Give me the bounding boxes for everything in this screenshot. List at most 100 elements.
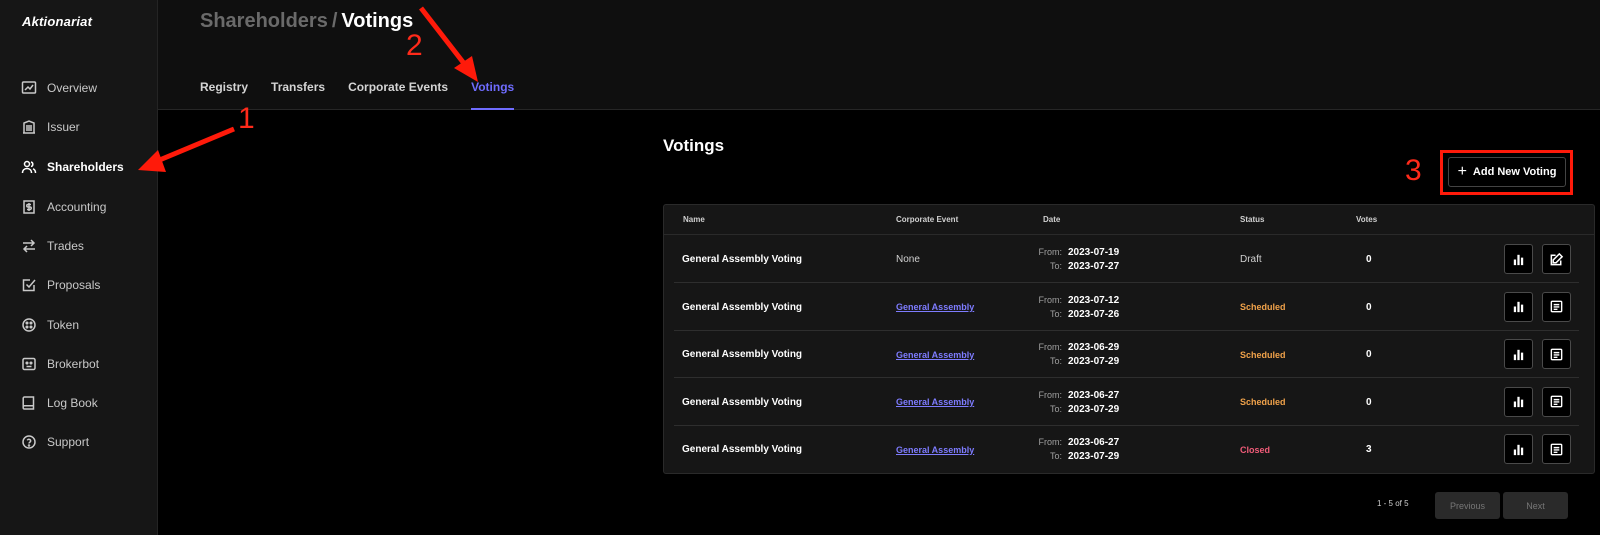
- results-button[interactable]: [1504, 244, 1533, 274]
- tab-corporate-events[interactable]: Corporate Events: [348, 80, 448, 110]
- details-button[interactable]: [1542, 339, 1571, 369]
- table-row[interactable]: General Assembly Voting General Assembly…: [674, 426, 1579, 473]
- votes-count: 3: [1366, 444, 1372, 455]
- sidebar-item-token[interactable]: Token: [20, 314, 79, 336]
- brand-logo[interactable]: Aktionariat: [22, 14, 92, 29]
- breadcrumb-current: Votings: [341, 10, 414, 32]
- sidebar-item-shareholders[interactable]: Shareholders: [20, 156, 124, 178]
- date-range: From: 2023-06-27 To: 2023-07-29: [1026, 426, 1120, 473]
- annotation-step-2: 2: [406, 29, 423, 62]
- table-row[interactable]: General Assembly Voting None From: 2023-0…: [674, 236, 1579, 283]
- tab-votings[interactable]: Votings: [471, 80, 515, 110]
- from-date: 2023-06-29: [1068, 342, 1120, 353]
- book-icon: [20, 394, 38, 412]
- sidebar-item-accounting[interactable]: Accounting: [20, 196, 106, 218]
- from-label: From:: [1038, 437, 1063, 447]
- check-square-icon: [20, 276, 38, 294]
- from-label: From:: [1038, 389, 1063, 400]
- chart-icon: [20, 79, 38, 97]
- votes-count: 0: [1366, 301, 1372, 313]
- token-icon: [20, 316, 38, 334]
- corporate-event-cell: General Assembly: [896, 331, 974, 378]
- results-button[interactable]: [1504, 339, 1533, 369]
- table-header: Name Corporate Event Date Status Votes: [664, 205, 1594, 235]
- results-button[interactable]: [1504, 386, 1533, 417]
- column-header-name[interactable]: Name: [683, 215, 705, 224]
- dollar-doc-icon: [20, 198, 38, 216]
- from-label: From:: [1038, 342, 1063, 352]
- sidebar-item-overview[interactable]: Overview: [20, 77, 97, 99]
- voting-name[interactable]: General Assembly Voting: [682, 379, 802, 426]
- column-header-status[interactable]: Status: [1240, 215, 1264, 224]
- edit-icon: [1549, 252, 1564, 267]
- sidebar-item-label: Accounting: [47, 200, 107, 214]
- details-button[interactable]: [1542, 386, 1571, 417]
- column-header-date[interactable]: Date: [1043, 215, 1060, 224]
- to-date: 2023-07-29: [1068, 451, 1120, 462]
- voting-name[interactable]: General Assembly Voting: [682, 236, 802, 283]
- sidebar: Aktionariat Overview Issuer Shareholders…: [0, 0, 158, 535]
- votes-count: 0: [1366, 349, 1372, 360]
- sidebar-item-trades[interactable]: Trades: [20, 235, 84, 257]
- column-header-votes[interactable]: Votes: [1356, 215, 1377, 224]
- voting-name[interactable]: General Assembly Voting: [682, 426, 802, 473]
- corporate-event-cell: General Assembly: [896, 379, 974, 426]
- sidebar-item-log-book[interactable]: Log Book: [20, 392, 98, 414]
- from-label: From:: [1038, 294, 1063, 305]
- details-button[interactable]: [1542, 434, 1571, 464]
- table-row[interactable]: General Assembly Voting General Assembly…: [674, 284, 1579, 331]
- users-icon: [20, 158, 38, 176]
- help-icon: [20, 433, 38, 451]
- status-badge: Closed: [1240, 444, 1271, 455]
- results-button[interactable]: [1504, 291, 1533, 322]
- next-page-button[interactable]: Next: [1503, 492, 1568, 519]
- votings-table: Name Corporate Event Date Status Votes G…: [663, 204, 1595, 474]
- building-icon: [20, 118, 38, 136]
- previous-page-button[interactable]: Previous: [1435, 492, 1500, 519]
- breadcrumb-separator: /: [331, 10, 338, 32]
- date-range: From: 2023-07-19 To: 2023-07-27: [1026, 236, 1120, 283]
- from-date: 2023-06-27: [1068, 437, 1120, 448]
- to-label: To:: [1049, 308, 1062, 319]
- votes-count: 0: [1366, 254, 1372, 265]
- annotation-highlight-box: [1440, 150, 1573, 195]
- corporate-event-link[interactable]: General Assembly: [896, 350, 974, 360]
- sidebar-item-support[interactable]: Support: [20, 431, 89, 453]
- corporate-event-link[interactable]: General Assembly: [896, 445, 974, 455]
- bar-chart-icon: [1511, 442, 1526, 457]
- column-header-corporate-event[interactable]: Corporate Event: [896, 215, 958, 224]
- table-row[interactable]: General Assembly Voting General Assembly…: [674, 331, 1579, 378]
- breadcrumb-parent[interactable]: Shareholders: [200, 10, 328, 32]
- date-range: From: 2023-06-29 To: 2023-07-29: [1026, 331, 1120, 378]
- annotation-arrow-1: [149, 126, 235, 167]
- tab-transfers[interactable]: Transfers: [271, 80, 325, 110]
- status-badge: Draft: [1240, 254, 1262, 265]
- to-label: To:: [1049, 261, 1062, 271]
- voting-name[interactable]: General Assembly Voting: [682, 331, 802, 378]
- status-badge: Scheduled: [1240, 349, 1286, 360]
- date-range: From: 2023-07-12 To: 2023-07-26: [1026, 284, 1120, 331]
- to-label: To:: [1049, 356, 1062, 366]
- date-range: From: 2023-06-27 To: 2023-07-29: [1026, 379, 1120, 426]
- corporate-event-link[interactable]: General Assembly: [896, 302, 974, 312]
- corporate-event-link[interactable]: General Assembly: [896, 397, 974, 407]
- edit-button[interactable]: [1542, 244, 1571, 274]
- to-date: 2023-07-29: [1068, 356, 1120, 367]
- sidebar-item-proposals[interactable]: Proposals: [20, 274, 100, 296]
- document-icon: [1549, 299, 1564, 314]
- annotation-step-1: 1: [238, 102, 255, 135]
- sidebar-item-brokerbot[interactable]: Brokerbot: [20, 353, 99, 375]
- voting-name[interactable]: General Assembly Voting: [682, 284, 802, 331]
- table-row[interactable]: General Assembly Voting General Assembly…: [674, 379, 1579, 426]
- results-button[interactable]: [1504, 434, 1533, 464]
- annotation-step-3: 3: [1405, 154, 1422, 187]
- votes-count: 0: [1366, 396, 1372, 408]
- from-date: 2023-06-27: [1068, 389, 1120, 401]
- to-label: To:: [1049, 403, 1062, 414]
- corporate-event-cell: None: [896, 236, 920, 283]
- sidebar-item-issuer[interactable]: Issuer: [20, 116, 80, 138]
- corporate-event-cell: General Assembly: [896, 426, 974, 473]
- document-icon: [1549, 394, 1564, 409]
- sidebar-item-label: Brokerbot: [47, 357, 100, 371]
- details-button[interactable]: [1542, 291, 1571, 322]
